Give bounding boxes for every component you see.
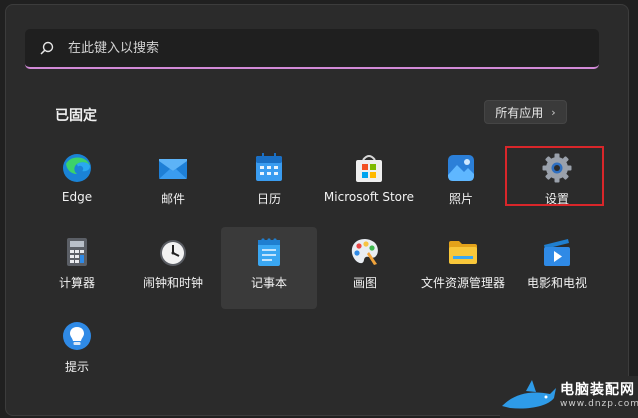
app-label: 提示 (64, 360, 89, 374)
calendar-icon (253, 152, 285, 184)
tips-lightbulb-icon (61, 320, 93, 352)
search-icon (40, 41, 54, 55)
movies-tv-icon (541, 236, 573, 268)
app-label: 电影和电视 (526, 276, 587, 290)
shark-logo-icon (502, 380, 556, 409)
app-label: 照片 (448, 192, 473, 206)
settings-highlight-box (505, 146, 604, 206)
clock-icon (157, 236, 189, 268)
app-label: Microsoft Store (323, 190, 415, 204)
chevron-right-icon: › (551, 105, 556, 119)
app-movies-tv[interactable]: 电影和电视 (509, 227, 605, 309)
watermark-text: 电脑装配网 (560, 382, 635, 398)
folder-icon (447, 236, 479, 268)
app-label: 邮件 (160, 192, 185, 206)
app-file-explorer[interactable]: 文件资源管理器 (413, 227, 513, 309)
app-calculator[interactable]: 计算器 (29, 227, 125, 309)
photos-icon (445, 152, 477, 184)
app-microsoft-store[interactable]: Microsoft Store (317, 143, 421, 225)
app-tips[interactable]: 提示 (29, 311, 125, 393)
app-paint[interactable]: 画图 (317, 227, 413, 309)
app-label: 画图 (352, 276, 377, 290)
all-apps-button[interactable]: 所有应用 › (484, 100, 567, 124)
app-photos[interactable]: 照片 (413, 143, 509, 225)
app-calendar[interactable]: 日历 (221, 143, 317, 225)
watermark-logo: 电脑装配网 www.dnzp.com (500, 376, 638, 418)
edge-icon (61, 152, 93, 184)
app-edge[interactable]: Edge (29, 143, 125, 225)
app-alarms-clock[interactable]: 闹钟和时钟 (125, 227, 221, 309)
watermark-subtext: www.dnzp.com (560, 399, 638, 409)
app-label: 文件资源管理器 (420, 276, 505, 290)
search-input[interactable] (66, 39, 550, 57)
store-icon (353, 152, 385, 184)
app-label: 闹钟和时钟 (142, 276, 203, 290)
notepad-icon (253, 236, 285, 268)
app-label: 日历 (256, 192, 281, 206)
app-mail[interactable]: 邮件 (125, 143, 221, 225)
app-notepad[interactable]: 记事本 (221, 227, 317, 309)
search-box[interactable] (25, 29, 599, 69)
app-label: 记事本 (250, 276, 287, 290)
all-apps-label: 所有应用 (495, 105, 544, 120)
pinned-section-title: 已固定 (55, 108, 97, 124)
calculator-icon (61, 236, 93, 268)
app-label: 计算器 (58, 276, 95, 290)
mail-icon (157, 152, 189, 184)
paint-palette-icon (349, 236, 381, 268)
app-label: Edge (61, 190, 93, 204)
